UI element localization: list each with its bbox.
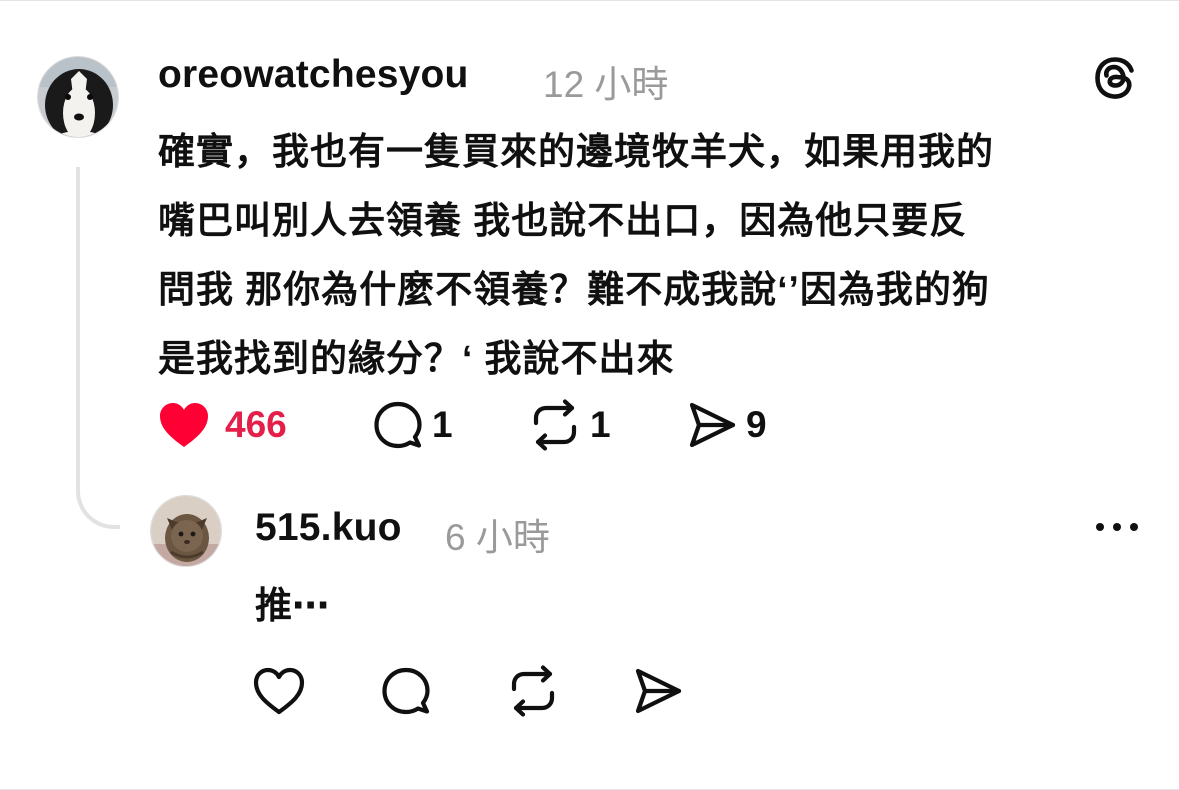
repost-button[interactable]: 1 [528, 399, 611, 451]
post-text: 確實，我也有一隻買來的邊境牧羊犬，如果用我的 嘴巴叫別人去領養 我也說不出口，因… [158, 117, 1148, 393]
reply-text: 推⋯ [255, 585, 329, 626]
comment-count: 1 [432, 404, 453, 445]
threads-logo-icon[interactable] [1090, 53, 1140, 103]
repost-icon [533, 399, 577, 451]
thread-connector-line [76, 167, 120, 529]
more-options-icon[interactable] [1094, 520, 1140, 534]
comment-bubble-icon [374, 401, 422, 449]
heart-icon [253, 667, 305, 715]
post-timestamp: 12 小時 [543, 64, 669, 105]
thread-view: oreowatchesyou 12 小時 確實，我也有一隻買來的邊境牧羊犬，如果… [0, 0, 1179, 790]
reply-timestamp: 6 小時 [445, 517, 550, 558]
comment-button[interactable]: 1 [372, 399, 453, 451]
reply-share-button[interactable] [632, 665, 684, 717]
post-text-line: 嘴巴叫別人去領養 我也說不出口，因為他只要反 [158, 200, 968, 241]
post-author-username[interactable]: oreowatchesyou [158, 53, 469, 97]
share-count: 9 [746, 404, 767, 445]
post-author-avatar[interactable] [37, 56, 119, 138]
like-count: 466 [225, 404, 287, 445]
send-icon [635, 668, 682, 714]
reply-repost-button[interactable] [506, 665, 560, 717]
post-text-line: 是我找到的緣分？‘ 我說不出來 [158, 338, 675, 379]
repost-count: 1 [590, 404, 611, 445]
post-text-line: 確實，我也有一隻買來的邊境牧羊犬，如果用我的 [158, 131, 994, 172]
send-icon [689, 402, 736, 448]
reply-comment-button[interactable] [380, 665, 432, 717]
comment-bubble-icon [382, 667, 430, 715]
reply-like-button[interactable] [252, 665, 306, 717]
share-button[interactable]: 9 [686, 399, 767, 451]
like-button[interactable]: 466 [157, 399, 287, 451]
reply-author-username[interactable]: 515.kuo [255, 506, 402, 550]
heart-icon [160, 403, 208, 447]
post-text-line: 問我 那你為什麼不領養？難不成我說‘’因為我的狗 [158, 269, 990, 310]
repost-icon [511, 665, 555, 717]
reply-author-avatar[interactable] [150, 495, 222, 567]
